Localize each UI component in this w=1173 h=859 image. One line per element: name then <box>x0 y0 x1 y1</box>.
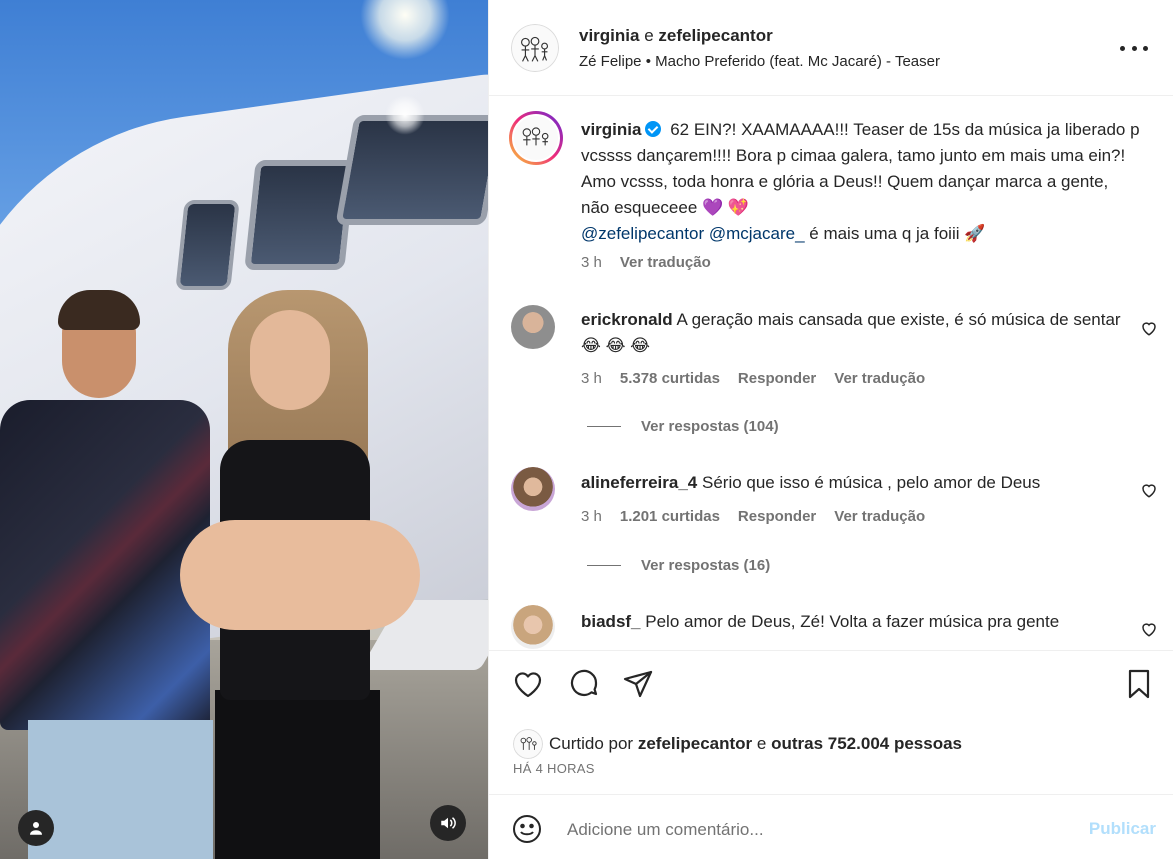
caption-username[interactable]: virginia <box>581 120 641 139</box>
comment-username[interactable]: erickronald <box>581 310 673 329</box>
comment-likes[interactable]: 1.201 curtidas <box>620 508 720 525</box>
volume-icon[interactable] <box>430 805 466 841</box>
family-drawing-icon <box>520 737 537 750</box>
comment-username[interactable]: alineferreira_4 <box>581 473 697 492</box>
comment-text: Sério que isso é música , pelo amor de D… <box>701 473 1041 492</box>
user-tag-icon[interactable] <box>18 810 54 846</box>
liked-by-user[interactable]: zefelipecantor <box>638 734 752 754</box>
view-replies-label[interactable]: Ver respostas (16) <box>641 557 770 574</box>
sun-glare <box>385 95 425 135</box>
post-timestamp[interactable]: HÁ 4 HORAS <box>513 761 595 776</box>
publish-button[interactable]: Publicar <box>1089 819 1156 839</box>
mention-link[interactable]: @zefelipecantor <box>581 224 704 243</box>
post-sidebar: virginia e zefelipecantor Zé Felipe • Ma… <box>488 0 1173 859</box>
audio-attribution[interactable]: Zé Felipe • Macho Preferido (feat. Mc Ja… <box>579 53 940 70</box>
comment-body: biadsf_ Pelo amor de Deus, Zé! Volta a f… <box>581 609 1126 635</box>
add-comment-bar: Publicar <box>489 794 1173 859</box>
liker-avatar[interactable] <box>513 729 543 759</box>
caption-time[interactable]: 3 h <box>581 254 602 271</box>
comment-username[interactable]: biadsf_ <box>581 612 641 631</box>
caption-text-end: é mais uma q ja foiii 🚀 <box>809 224 986 243</box>
comment-time[interactable]: 3 h <box>581 508 602 525</box>
caption-text: 62 EIN?! XAAMAAAA!!! Teaser de 15s da mú… <box>581 120 1140 217</box>
audio-title[interactable]: Macho Preferido (feat. Mc Jacaré) - Teas… <box>655 53 940 70</box>
replies-divider <box>587 565 621 566</box>
commenter-avatar[interactable] <box>511 467 555 511</box>
coauthor-username[interactable]: zefelipecantor <box>658 26 772 45</box>
view-replies-button[interactable]: Ver respostas (104) <box>587 418 779 435</box>
view-replies-label[interactable]: Ver respostas (104) <box>641 418 779 435</box>
post-authors: virginia e zefelipecantor <box>579 26 773 46</box>
liked-by-connector: e <box>756 734 767 753</box>
plane-window <box>175 200 240 290</box>
author-avatar[interactable] <box>511 24 559 72</box>
heart-icon[interactable] <box>1140 481 1158 499</box>
reply-button[interactable]: Responder <box>738 370 816 387</box>
sun-glare <box>360 0 450 60</box>
commenter-avatar[interactable] <box>511 305 555 349</box>
translate-link[interactable]: Ver tradução <box>620 254 711 271</box>
comment-likes[interactable]: 5.378 curtidas <box>620 370 720 387</box>
caption-avatar-story-ring[interactable] <box>509 111 563 165</box>
audio-separator: • <box>645 53 651 70</box>
post-video[interactable] <box>0 0 488 859</box>
comment-icon[interactable] <box>567 667 601 701</box>
bookmark-icon[interactable] <box>1122 667 1156 701</box>
translate-link[interactable]: Ver tradução <box>834 370 925 387</box>
family-drawing-icon <box>521 36 549 62</box>
caption-meta: 3 h Ver tradução <box>581 254 711 271</box>
heart-icon[interactable] <box>1140 620 1158 638</box>
comment-body: alineferreira_4 Sério que isso é música … <box>581 470 1126 496</box>
liked-by-others[interactable]: outras 752.004 pessoas <box>771 734 962 754</box>
comment-meta: 3 h 1.201 curtidas Responder Ver traduçã… <box>581 508 925 525</box>
author-username[interactable]: virginia <box>579 26 639 45</box>
post-header: virginia e zefelipecantor Zé Felipe • Ma… <box>489 0 1173 96</box>
verified-icon <box>645 121 662 137</box>
liked-by: Curtido por zefelipecantor e outras 752.… <box>513 729 962 759</box>
comment-input[interactable] <box>567 817 1027 843</box>
comment-body: erickronald A geração mais cansada que e… <box>581 307 1126 359</box>
liked-by-prefix: Curtido por <box>549 734 634 753</box>
family-drawing-icon <box>522 127 549 146</box>
mention-link[interactable]: @mcjacare_ <box>709 224 805 243</box>
woman-figure <box>170 290 430 859</box>
post-actions: Curtido por zefelipecantor e outras 752.… <box>489 650 1173 794</box>
translate-link[interactable]: Ver tradução <box>834 508 925 525</box>
view-replies-button[interactable]: Ver respostas (16) <box>587 557 770 574</box>
comment-text: Pelo amor de Deus, Zé! Volta a fazer mús… <box>645 612 1060 631</box>
authors-connector: e <box>644 26 654 45</box>
commenter-avatar[interactable] <box>511 605 555 649</box>
more-horizontal-icon[interactable] <box>1120 36 1148 60</box>
heart-icon[interactable] <box>1140 319 1158 337</box>
reply-button[interactable]: Responder <box>738 508 816 525</box>
share-icon[interactable] <box>621 667 655 701</box>
replies-divider <box>587 426 621 427</box>
post-caption: virginia 62 EIN?! XAAMAAAA!!! Teaser de … <box>581 117 1141 247</box>
comments-list[interactable]: virginia 62 EIN?! XAAMAAAA!!! Teaser de … <box>489 97 1173 649</box>
comment-meta: 3 h 5.378 curtidas Responder Ver traduçã… <box>581 370 925 387</box>
audio-artist[interactable]: Zé Felipe <box>579 53 642 70</box>
emoji-icon[interactable] <box>511 813 543 845</box>
heart-icon[interactable] <box>511 667 545 701</box>
comment-time[interactable]: 3 h <box>581 370 602 387</box>
